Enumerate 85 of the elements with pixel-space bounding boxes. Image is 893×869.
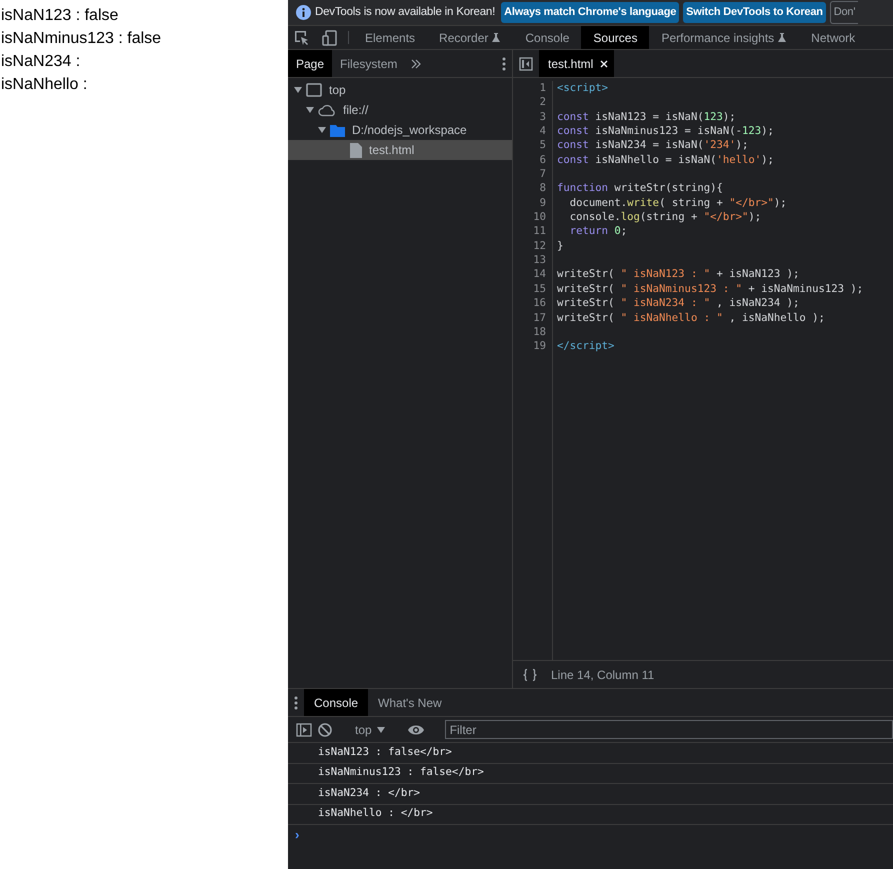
- line-number: 17: [532, 310, 546, 325]
- navigator-tab[interactable]: Page: [288, 50, 332, 77]
- drawer-tab[interactable]: What's New: [368, 689, 452, 716]
- line-number: 14: [532, 267, 546, 282]
- info-icon: [296, 5, 311, 20]
- device-icon[interactable]: [322, 30, 338, 46]
- console-message: isNaNminus123 : false</br>: [288, 764, 893, 784]
- code-line: document.write( string + "</br>");: [568, 196, 788, 210]
- cursor-position: Line 14, Column 11: [551, 666, 654, 684]
- code-line: const isNaNminus123 = isNaN(-123);: [557, 124, 775, 138]
- code-line: <script>: [557, 81, 610, 96]
- line-number: 6: [538, 152, 546, 168]
- filter-field[interactable]: Filter: [444, 720, 893, 739]
- tree-item[interactable]: test.html: [288, 140, 512, 160]
- tree-item[interactable]: top: [288, 80, 512, 100]
- output-line: isNaN123 : false: [1, 6, 120, 26]
- more-options-icon[interactable]: [502, 56, 506, 70]
- console-message: isNaN123 : false</br>: [288, 743, 893, 764]
- panel-tab[interactable]: Recorder: [427, 26, 514, 49]
- line-number: 7: [538, 167, 546, 182]
- code-line: const isNaN123 = isNaN(123);: [557, 110, 737, 124]
- cloud-icon: [318, 103, 336, 117]
- tree-item[interactable]: file://: [288, 100, 512, 120]
- panel-tab[interactable]: Console: [513, 26, 582, 49]
- infobar-button[interactable]: Don': [830, 1, 858, 24]
- file-tab[interactable]: test.html: [539, 50, 614, 77]
- line-number: 1: [538, 81, 546, 96]
- console-message: isNaNhello : </br>: [288, 804, 893, 825]
- console-message: isNaN234 : </br>: [288, 784, 893, 804]
- panel-tab[interactable]: Performance insights: [649, 26, 800, 49]
- line-number: 18: [532, 324, 546, 340]
- panel-tab[interactable]: Sources: [581, 26, 650, 49]
- code-line: function writeStr(string){: [557, 181, 724, 196]
- close-icon[interactable]: [600, 60, 608, 68]
- panel-tab[interactable]: Elements: [353, 26, 428, 49]
- line-number: 10: [532, 210, 546, 224]
- braces-icon[interactable]: [523, 668, 537, 680]
- frame-icon: [306, 83, 322, 97]
- line-number: 5: [538, 138, 546, 153]
- line-number: 4: [538, 124, 546, 138]
- drawer-tab[interactable]: Console: [304, 689, 368, 716]
- output-line: isNaNhello :: [1, 75, 88, 95]
- context-selector[interactable]: top: [353, 720, 387, 738]
- line-number: 9: [538, 196, 546, 210]
- code-line: return 0;: [568, 224, 628, 239]
- output-line: isNaNminus123 : false: [1, 29, 162, 49]
- line-number: 12: [532, 238, 546, 254]
- more-options-icon[interactable]: [294, 696, 298, 710]
- line-number: 15: [532, 282, 546, 296]
- line-number: 19: [532, 339, 546, 354]
- file-icon: [350, 142, 362, 158]
- infobar-button[interactable]: Switch DevTools to Korean: [683, 2, 826, 23]
- code-line: writeStr( " isNaNhello : " , isNaNhello );: [557, 310, 826, 325]
- line-number: 13: [532, 253, 546, 268]
- code-line: writeStr( " isNaNminus123 : " + isNaNminus123 );: [557, 282, 864, 296]
- line-number: 8: [538, 181, 546, 196]
- line-number: 2: [538, 95, 546, 110]
- sidebar-icon[interactable]: [296, 722, 312, 736]
- line-number: 3: [538, 110, 546, 124]
- inspect-icon[interactable]: [294, 30, 310, 46]
- line-number: 16: [532, 296, 546, 310]
- caret-icon: [376, 727, 385, 734]
- expand-arrow-icon: [318, 126, 326, 134]
- navigator-tab[interactable]: Filesystem: [332, 50, 406, 77]
- folder-icon: [330, 124, 345, 136]
- code-line: }: [557, 238, 564, 254]
- line-number: 11: [532, 224, 546, 239]
- code-line: console.log(string + "</br>");: [568, 210, 762, 224]
- code-line: const isNaN234 = isNaN('234');: [557, 138, 750, 153]
- eye-icon[interactable]: [408, 724, 424, 736]
- code-line: </script>: [557, 339, 616, 354]
- expand-arrow-icon: [294, 86, 302, 94]
- output-line: isNaN234 :: [1, 52, 82, 72]
- console-prompt[interactable]: ›: [295, 827, 300, 842]
- code-line: writeStr( " isNaN123 : " + isNaN123 );: [557, 267, 800, 282]
- more-tabs-icon[interactable]: [411, 58, 422, 68]
- sidebar-toggle-icon[interactable]: [519, 56, 533, 70]
- code-line: const isNaNhello = isNaN('hello');: [557, 152, 775, 168]
- infobar-button[interactable]: Always match Chrome's language: [501, 2, 680, 23]
- panel-tab[interactable]: Network: [799, 26, 868, 49]
- tree-item[interactable]: D:/nodejs_workspace: [288, 120, 512, 140]
- expand-arrow-icon: [306, 106, 314, 114]
- code-line: writeStr( " isNaN234 : " , isNaN234 );: [557, 296, 800, 310]
- info-message: DevTools is now available in Korean!: [315, 4, 496, 20]
- clear-icon[interactable]: [318, 722, 332, 736]
